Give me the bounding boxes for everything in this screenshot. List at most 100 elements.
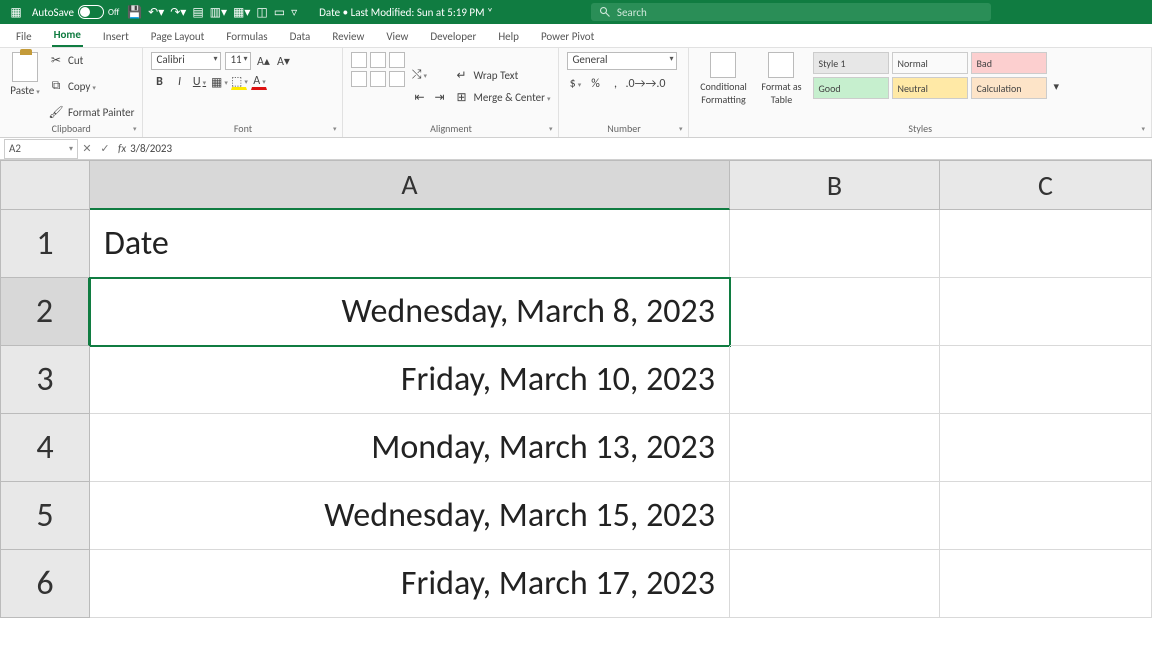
- tab-formulas[interactable]: Formulas: [224, 26, 269, 47]
- decrease-decimal-icon[interactable]: →.0: [647, 76, 663, 92]
- search-box[interactable]: Search: [591, 3, 991, 21]
- cell-b3[interactable]: [730, 346, 940, 414]
- merge-center-button[interactable]: ⊞Merge & Center: [453, 89, 550, 105]
- autosave-toggle[interactable]: AutoSave Off: [32, 5, 119, 19]
- style-good[interactable]: Good: [813, 77, 889, 99]
- cell-b6[interactable]: [730, 550, 940, 618]
- row-head-6[interactable]: 6: [0, 550, 90, 618]
- style-style1[interactable]: Style 1: [813, 52, 889, 74]
- col-head-c[interactable]: C: [940, 160, 1152, 210]
- cancel-formula-icon[interactable]: ✕: [78, 142, 96, 155]
- tab-help[interactable]: Help: [496, 26, 521, 47]
- accounting-format-icon[interactable]: $: [567, 76, 583, 92]
- tab-review[interactable]: Review: [330, 26, 366, 47]
- qat-btn3-icon[interactable]: ▦▾: [233, 5, 250, 20]
- cell-c5[interactable]: [940, 482, 1152, 550]
- cut-button[interactable]: ✂Cut: [48, 52, 134, 68]
- conditional-formatting-button[interactable]: Conditional Formatting: [697, 52, 749, 120]
- tab-home[interactable]: Home: [52, 24, 83, 47]
- col-head-a[interactable]: A: [90, 160, 730, 210]
- group-font: Calibri 11 A▴ A▾ B I U ▦ ⬚ A Font: [143, 48, 343, 137]
- worksheet-grid[interactable]: A B C 1 Date 2 Wednesday, March 8, 2023 …: [0, 160, 1152, 618]
- qat-more-icon[interactable]: ▿: [291, 5, 297, 20]
- percent-format-icon[interactable]: %: [587, 76, 603, 92]
- enter-formula-icon[interactable]: ✓: [96, 142, 114, 155]
- cell-b2[interactable]: [730, 278, 940, 346]
- qat-btn4-icon[interactable]: ◫: [256, 5, 267, 20]
- tab-insert[interactable]: Insert: [101, 26, 131, 47]
- style-bad[interactable]: Bad: [971, 52, 1047, 74]
- border-button[interactable]: ▦: [211, 74, 227, 90]
- tab-developer[interactable]: Developer: [428, 26, 478, 47]
- comma-format-icon[interactable]: ,: [607, 76, 623, 92]
- number-format-select[interactable]: General: [567, 52, 677, 70]
- font-color-button[interactable]: A: [251, 74, 267, 90]
- italic-button[interactable]: I: [171, 74, 187, 90]
- increase-decimal-icon[interactable]: .0→: [627, 76, 643, 92]
- cell-a3[interactable]: Friday, March 10, 2023: [90, 346, 730, 414]
- cell-a4[interactable]: Monday, March 13, 2023: [90, 414, 730, 482]
- fill-color-button[interactable]: ⬚: [231, 74, 247, 90]
- undo-icon[interactable]: ↶▾: [148, 5, 164, 20]
- qat-btn5-icon[interactable]: ▭: [274, 5, 285, 20]
- cell-b5[interactable]: [730, 482, 940, 550]
- increase-indent-icon[interactable]: ⇥: [431, 89, 447, 105]
- col-head-b[interactable]: B: [730, 160, 940, 210]
- orientation-icon[interactable]: ⤭: [411, 67, 427, 83]
- tab-power-pivot[interactable]: Power Pivot: [539, 26, 596, 47]
- format-as-table-button[interactable]: Format as Table: [755, 52, 807, 120]
- wrap-text-button[interactable]: ↵Wrap Text: [453, 67, 550, 83]
- document-title[interactable]: Date • Last Modified: Sun at 5:19 PM ˅: [319, 6, 493, 19]
- increase-font-icon[interactable]: A▴: [255, 53, 271, 69]
- style-neutral[interactable]: Neutral: [892, 77, 968, 99]
- group-number: General $ % , .0→ →.0 Number: [559, 48, 689, 137]
- name-box[interactable]: A2: [4, 139, 78, 159]
- group-alignment: ⤭ ⇤⇥ ↵Wrap Text ⊞Merge & Center Alignmen…: [343, 48, 559, 137]
- font-name-select[interactable]: Calibri: [151, 52, 221, 70]
- tab-view[interactable]: View: [384, 26, 410, 47]
- format-painter-button[interactable]: 🖌Format Painter: [48, 104, 134, 120]
- save-icon[interactable]: 💾: [127, 5, 142, 20]
- tab-file[interactable]: File: [14, 26, 34, 47]
- search-placeholder: Search: [617, 6, 647, 19]
- tab-page-layout[interactable]: Page Layout: [149, 26, 207, 47]
- row-head-3[interactable]: 3: [0, 346, 90, 414]
- cell-c2[interactable]: [940, 278, 1152, 346]
- cell-styles-gallery[interactable]: Style 1 Normal Bad Good Neutral Calculat…: [813, 52, 1047, 120]
- row-head-2[interactable]: 2: [0, 278, 90, 346]
- alignment-grid[interactable]: [351, 52, 405, 87]
- redo-icon[interactable]: ↷▾: [170, 5, 186, 20]
- decrease-indent-icon[interactable]: ⇤: [411, 89, 427, 105]
- qat-btn2-icon[interactable]: ▥▾: [210, 5, 227, 20]
- row-head-5[interactable]: 5: [0, 482, 90, 550]
- cell-c6[interactable]: [940, 550, 1152, 618]
- cell-b1[interactable]: [730, 210, 940, 278]
- underline-button[interactable]: U: [191, 74, 207, 90]
- style-calculation[interactable]: Calculation: [971, 77, 1047, 99]
- cell-c1[interactable]: [940, 210, 1152, 278]
- paste-label: Paste: [10, 84, 39, 97]
- select-all-corner[interactable]: [0, 160, 90, 210]
- style-normal[interactable]: Normal: [892, 52, 968, 74]
- row-head-1[interactable]: 1: [0, 210, 90, 278]
- styles-more-button[interactable]: ▾: [1053, 52, 1059, 120]
- cell-b4[interactable]: [730, 414, 940, 482]
- decrease-font-icon[interactable]: A▾: [275, 53, 291, 69]
- wrap-icon: ↵: [453, 67, 469, 83]
- cell-a1[interactable]: Date: [90, 210, 730, 278]
- copy-button[interactable]: ⧉Copy: [48, 78, 134, 94]
- row-head-4[interactable]: 4: [0, 414, 90, 482]
- cell-c3[interactable]: [940, 346, 1152, 414]
- font-size-select[interactable]: 11: [225, 52, 251, 70]
- formula-value[interactable]: 3/8/2023: [130, 142, 172, 155]
- cell-c4[interactable]: [940, 414, 1152, 482]
- bold-button[interactable]: B: [151, 74, 167, 90]
- cell-a5[interactable]: Wednesday, March 15, 2023: [90, 482, 730, 550]
- group-clipboard: Paste ✂Cut ⧉Copy 🖌Format Painter Clipboa…: [0, 48, 143, 137]
- paste-button[interactable]: Paste: [8, 52, 42, 120]
- tab-data[interactable]: Data: [288, 26, 313, 47]
- cell-a6[interactable]: Friday, March 17, 2023: [90, 550, 730, 618]
- fx-icon[interactable]: fx: [118, 142, 126, 155]
- qat-btn-icon[interactable]: ▤: [192, 5, 203, 20]
- cell-a2[interactable]: Wednesday, March 8, 2023: [90, 278, 730, 346]
